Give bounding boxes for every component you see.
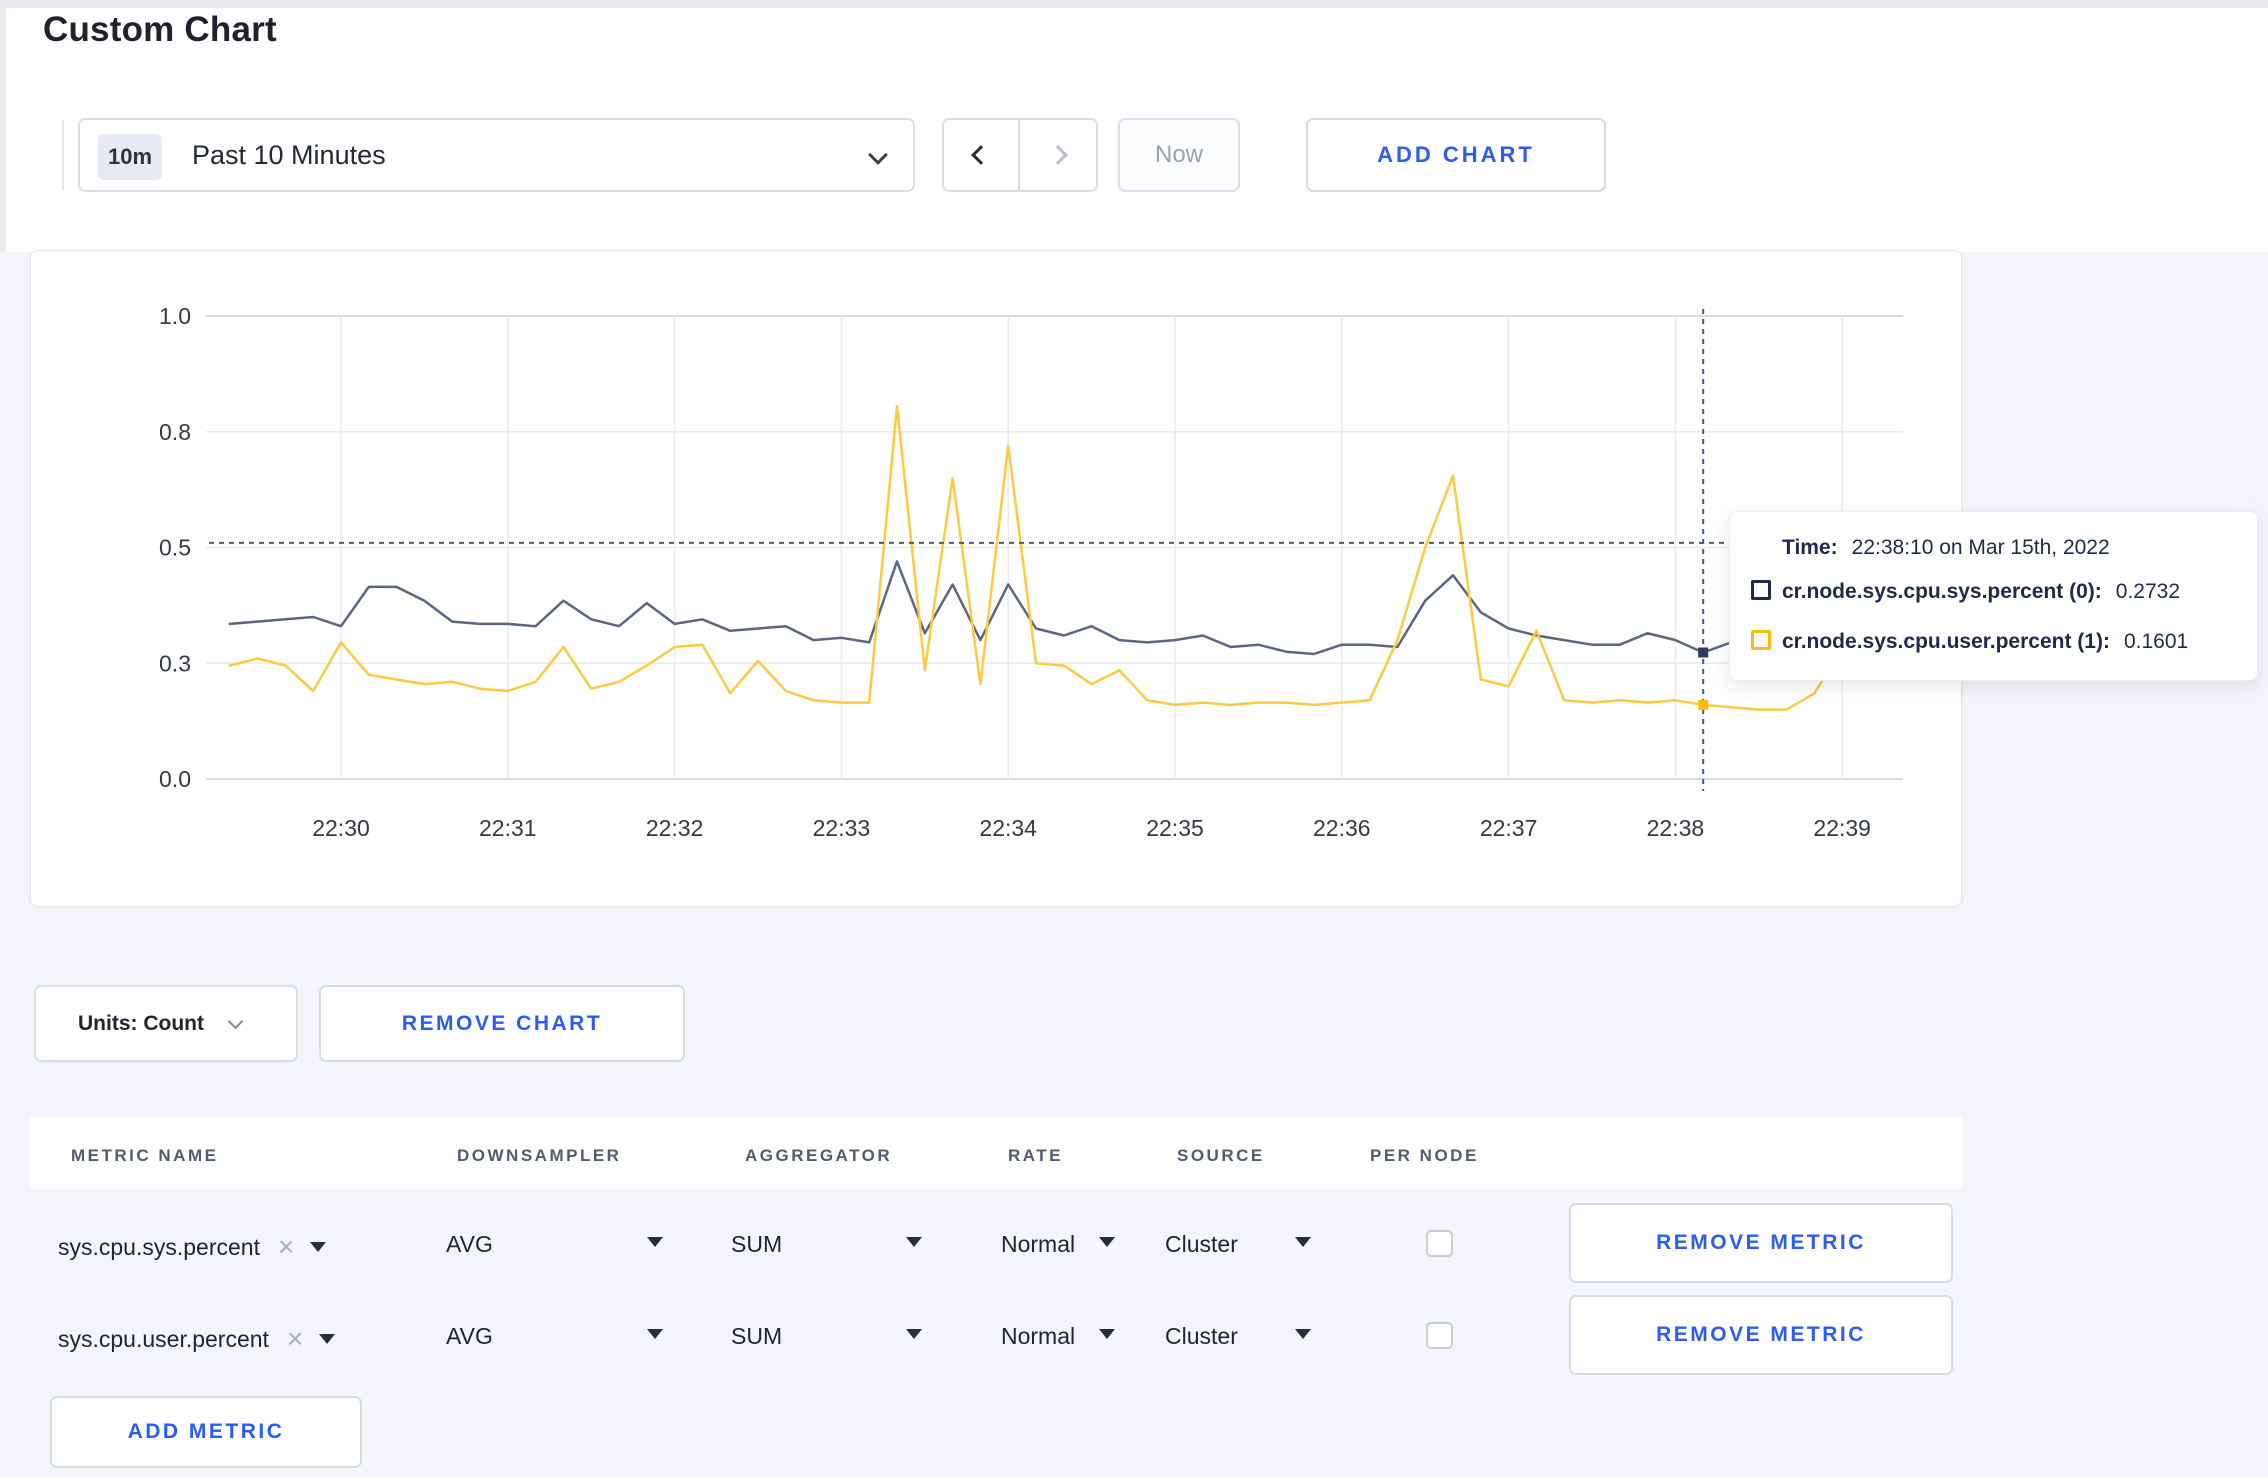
aggregator-select[interactable]: SUM xyxy=(731,1323,782,1350)
series-line xyxy=(228,560,1900,656)
tooltip-series-row: cr.node.sys.cpu.sys.percent (0): 0.2732 xyxy=(1782,580,2180,604)
y-axis-tick-label: 0.8 xyxy=(159,419,191,445)
tooltip-series-value: 0.1601 xyxy=(2123,630,2189,653)
add-chart-button[interactable]: ADD CHART xyxy=(1306,118,1606,192)
tooltip-time-row: Time: 22:38:10 on Mar 15th, 2022 xyxy=(1782,536,2110,560)
chevron-right-icon xyxy=(1048,145,1068,165)
caret-down-icon[interactable] xyxy=(906,1329,922,1339)
tooltip-series-label: cr.node.sys.cpu.sys.percent (0): xyxy=(1782,580,2102,603)
time-range-badge: 10m xyxy=(98,134,162,180)
x-axis-tick-label: 22:39 xyxy=(1813,815,1871,841)
x-axis-tick-label: 22:35 xyxy=(1146,815,1204,841)
tooltip-time-value: 22:38:10 on Mar 15th, 2022 xyxy=(1851,536,2110,559)
units-selector[interactable]: Units: Count xyxy=(34,985,298,1062)
chevron-left-icon xyxy=(971,145,991,165)
caret-down-icon[interactable] xyxy=(1099,1237,1115,1247)
series-line xyxy=(228,405,1900,711)
y-axis-tick-label: 0.3 xyxy=(159,650,191,676)
source-select[interactable]: Cluster xyxy=(1165,1231,1238,1258)
page-title: Custom Chart xyxy=(43,10,277,49)
caret-down-icon xyxy=(319,1334,336,1344)
caret-down-icon[interactable] xyxy=(1295,1237,1311,1247)
x-axis-tick-label: 22:36 xyxy=(1313,815,1371,841)
column-header-downsampler: DOWNSAMPLER xyxy=(457,1146,622,1165)
y-axis-tick-label: 0.5 xyxy=(159,535,191,561)
next-time-button[interactable] xyxy=(1020,120,1096,190)
chart-tooltip: Time: 22:38:10 on Mar 15th, 2022 cr.node.… xyxy=(1729,511,2258,681)
tooltip-series-row: cr.node.sys.cpu.user.percent (1): 0.1601 xyxy=(1782,630,2188,654)
caret-down-icon[interactable] xyxy=(647,1237,663,1247)
metrics-table-header xyxy=(30,1117,1962,1189)
caret-down-icon[interactable] xyxy=(1295,1329,1311,1339)
chart-plot[interactable]: 0.0 0.3 0.5 0.8 1.0 22:30 22:31 22:32 22:33 22:34… xyxy=(31,251,1963,908)
hover-point-marker xyxy=(1698,699,1709,710)
units-label: Units: Count xyxy=(78,1011,204,1035)
column-header-aggregator: AGGREGATOR xyxy=(745,1146,893,1165)
metric-name-value: sys.cpu.user.percent xyxy=(58,1325,269,1352)
x-axis-tick-label: 22:34 xyxy=(979,815,1037,841)
rate-select[interactable]: Normal xyxy=(1001,1323,1075,1350)
legend-swatch-icon xyxy=(1751,580,1771,600)
remove-chart-button[interactable]: REMOVE CHART xyxy=(319,985,685,1062)
column-header-per-node: PER NODE xyxy=(1370,1146,1479,1165)
x-axis-tick-label: 22:32 xyxy=(646,815,704,841)
aggregator-select[interactable]: SUM xyxy=(731,1231,782,1258)
remove-metric-button[interactable]: REMOVE METRIC xyxy=(1569,1295,1953,1375)
caret-down-icon xyxy=(310,1242,327,1252)
hover-point-marker xyxy=(1698,647,1709,658)
tooltip-series-label: cr.node.sys.cpu.user.percent (1): xyxy=(1782,630,2110,653)
close-icon[interactable]: × xyxy=(278,1231,294,1263)
downsampler-select[interactable]: AVG xyxy=(446,1323,493,1350)
now-button[interactable]: Now xyxy=(1118,118,1240,192)
x-axis-tick-label: 22:30 xyxy=(312,815,370,841)
caret-down-icon[interactable] xyxy=(906,1237,922,1247)
prev-time-button[interactable] xyxy=(944,120,1021,190)
add-metric-button[interactable]: ADD METRIC xyxy=(50,1396,362,1468)
source-select[interactable]: Cluster xyxy=(1165,1323,1238,1350)
close-icon[interactable]: × xyxy=(287,1323,303,1355)
column-header-source: SOURCE xyxy=(1177,1146,1265,1165)
chevron-down-icon xyxy=(227,1013,244,1030)
caret-down-icon[interactable] xyxy=(1099,1329,1115,1339)
x-axis-tick-label: 22:31 xyxy=(479,815,537,841)
downsampler-select[interactable]: AVG xyxy=(446,1231,493,1258)
chart-card: 0.0 0.3 0.5 0.8 1.0 22:30 22:31 22:32 22:33 22:34… xyxy=(30,250,1962,907)
time-nav-group xyxy=(942,118,1098,192)
tooltip-time-label: Time: xyxy=(1782,536,1838,559)
x-axis-tick-label: 22:37 xyxy=(1480,815,1538,841)
per-node-checkbox[interactable] xyxy=(1426,1230,1453,1257)
remove-metric-button[interactable]: REMOVE METRIC xyxy=(1569,1203,1953,1283)
metric-name-value: sys.cpu.sys.percent xyxy=(58,1233,260,1260)
y-axis-tick-label: 0.0 xyxy=(159,766,191,792)
toolbar-divider xyxy=(62,120,64,190)
time-range-selector[interactable]: 10m Past 10 Minutes xyxy=(78,118,915,192)
per-node-checkbox[interactable] xyxy=(1426,1322,1453,1349)
legend-swatch-icon xyxy=(1751,630,1771,650)
x-axis-tick-label: 22:33 xyxy=(813,815,871,841)
metric-name-select[interactable]: sys.cpu.sys.percent × xyxy=(58,1231,327,1263)
time-range-label: Past 10 Minutes xyxy=(192,139,386,170)
tooltip-series-value: 0.2732 xyxy=(2115,580,2181,603)
y-axis-tick-label: 1.0 xyxy=(159,303,191,329)
column-header-rate: RATE xyxy=(1008,1146,1064,1165)
chevron-down-icon xyxy=(868,145,888,165)
window-top-edge xyxy=(0,0,2268,8)
rate-select[interactable]: Normal xyxy=(1001,1231,1075,1258)
x-axis-tick-label: 22:38 xyxy=(1647,815,1705,841)
column-header-metric-name: METRIC NAME xyxy=(71,1146,219,1165)
caret-down-icon[interactable] xyxy=(647,1329,663,1339)
metric-name-select[interactable]: sys.cpu.user.percent × xyxy=(58,1323,336,1355)
